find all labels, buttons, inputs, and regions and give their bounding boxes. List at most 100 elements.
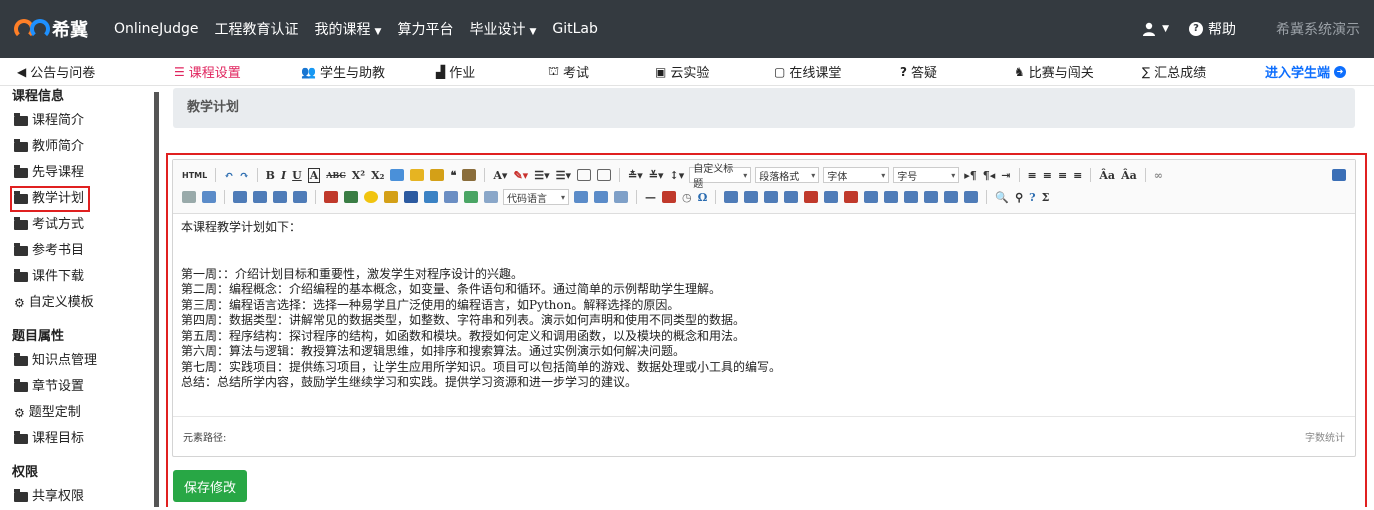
tab-course-settings[interactable]: ☰ 课程设置 bbox=[174, 62, 241, 82]
row-spacing-top-icon[interactable]: ≛▾ bbox=[628, 169, 643, 182]
tab-announcements[interactable]: ◀ 公告与问卷 bbox=[17, 62, 95, 82]
image-center-icon[interactable] bbox=[293, 191, 307, 203]
superscript-icon[interactable]: X² bbox=[352, 169, 365, 182]
tab-online-classroom[interactable]: ▢ 在线课堂 bbox=[774, 62, 841, 82]
nav-onlinejudge[interactable]: OnlineJudge bbox=[114, 21, 199, 37]
clear-doc-icon[interactable] bbox=[596, 169, 611, 181]
unlink-icon[interactable] bbox=[182, 191, 196, 203]
underline-icon[interactable]: U bbox=[292, 169, 302, 182]
fullscreen-icon-2[interactable] bbox=[1332, 169, 1346, 181]
tab-exam[interactable]: ⛫ 考试 bbox=[548, 62, 589, 82]
sidebar-item-course-objectives[interactable]: 课程目标 bbox=[0, 426, 150, 452]
help-icon[interactable]: ? bbox=[1029, 191, 1035, 204]
map-icon[interactable] bbox=[464, 191, 478, 203]
format-painter-icon[interactable] bbox=[410, 169, 425, 181]
auto-format-icon[interactable] bbox=[430, 169, 445, 181]
line-height-icon[interactable]: ↕▾ bbox=[669, 169, 684, 182]
insert-table-icon[interactable] bbox=[724, 191, 739, 203]
horizontal-rule-icon[interactable]: — bbox=[645, 191, 656, 204]
print-preview-icon[interactable]: 🔍 bbox=[995, 191, 1009, 204]
bold-icon[interactable]: B bbox=[266, 169, 275, 182]
insert-row-icon[interactable] bbox=[784, 191, 799, 203]
align-right-icon[interactable]: ≡ bbox=[1058, 169, 1067, 182]
background-icon[interactable] bbox=[594, 191, 608, 203]
paragraph-select[interactable]: 段落格式 ▾ bbox=[755, 167, 820, 183]
simple-upload-icon[interactable] bbox=[324, 191, 338, 203]
sidebar-item-references[interactable]: 参考书目 bbox=[0, 238, 150, 264]
special-chars-icon[interactable]: Ω bbox=[698, 191, 708, 204]
save-button[interactable]: 保存修改 bbox=[173, 470, 247, 502]
template-icon[interactable] bbox=[614, 191, 628, 203]
strikethrough-icon[interactable]: ABC bbox=[326, 170, 345, 180]
scrawl-icon[interactable] bbox=[384, 191, 398, 203]
paste-plain-icon[interactable] bbox=[462, 169, 477, 181]
font-size-select[interactable]: 字号 ▾ bbox=[893, 167, 960, 183]
demo-user-name[interactable]: 希冀系统演示 bbox=[1276, 19, 1360, 39]
sigma-icon[interactable]: Σ bbox=[1042, 191, 1050, 204]
italic-icon[interactable]: I bbox=[281, 169, 286, 182]
select-all-icon[interactable] bbox=[576, 169, 591, 181]
tab-competition[interactable]: ♞ 比赛与闯关 bbox=[1014, 62, 1094, 82]
indent-icon[interactable]: ⇥ bbox=[1001, 169, 1010, 182]
sidebar-item-knowledge-points[interactable]: 知识点管理 bbox=[0, 348, 150, 374]
sidebar-item-chapters[interactable]: 章节设置 bbox=[0, 374, 150, 400]
date-icon[interactable] bbox=[662, 191, 676, 203]
fullscreen-icon[interactable] bbox=[1312, 169, 1326, 181]
brand-logo[interactable]: 希冀 bbox=[14, 16, 114, 42]
link-icon[interactable]: ∞ bbox=[1154, 169, 1163, 182]
ordered-list-icon[interactable]: ☰▾ bbox=[534, 169, 549, 182]
lowercase-icon[interactable]: Âa bbox=[1121, 169, 1137, 182]
align-center-icon[interactable]: ≡ bbox=[1043, 169, 1052, 182]
sidebar-item-course-intro[interactable]: 课程简介 bbox=[0, 108, 150, 134]
user-menu[interactable]: ▼ bbox=[1142, 22, 1169, 36]
sidebar-item-question-types[interactable]: ⚙ 题型定制 bbox=[0, 400, 150, 426]
attachment-icon[interactable] bbox=[444, 191, 458, 203]
sidebar-item-share-permission[interactable]: 共享权限 bbox=[0, 484, 150, 510]
help-link[interactable]: ? 帮助 bbox=[1189, 19, 1236, 39]
heading-select[interactable]: 自定义标题 ▾ bbox=[689, 164, 752, 190]
insert-video-icon[interactable] bbox=[404, 191, 418, 203]
image-left-icon[interactable] bbox=[253, 191, 267, 203]
insert-frame-icon[interactable] bbox=[484, 191, 498, 203]
nav-compute-platform[interactable]: 算力平台 bbox=[397, 19, 453, 39]
page-break-icon[interactable] bbox=[574, 191, 588, 203]
rtl-icon[interactable]: ¶◂ bbox=[983, 169, 996, 182]
delete-col-icon[interactable] bbox=[844, 191, 859, 203]
redo-icon[interactable]: ↷ bbox=[239, 169, 248, 182]
tab-grades-summary[interactable]: ∑ 汇总成绩 bbox=[1142, 62, 1206, 82]
nav-gitlab[interactable]: GitLab bbox=[552, 21, 598, 37]
sidebar-item-downloads[interactable]: 课件下载 bbox=[0, 264, 150, 290]
align-justify-icon[interactable]: ≡ bbox=[1073, 169, 1082, 182]
sidebar-item-teaching-plan[interactable]: 教学计划 bbox=[10, 186, 90, 212]
font-family-select[interactable]: 字体 ▾ bbox=[823, 167, 890, 183]
merge-down-icon[interactable] bbox=[904, 191, 919, 203]
sidebar-item-teacher-intro[interactable]: 教师简介 bbox=[0, 134, 150, 160]
row-spacing-bottom-icon[interactable]: ≚▾ bbox=[649, 169, 664, 182]
search-replace-icon[interactable]: ⚲ bbox=[1015, 191, 1023, 204]
insert-image-icon[interactable] bbox=[344, 191, 358, 203]
uppercase-icon[interactable]: Âa bbox=[1099, 169, 1115, 182]
music-icon[interactable] bbox=[424, 191, 438, 203]
split-rows-icon[interactable] bbox=[944, 191, 959, 203]
sidebar-item-exam-method[interactable]: 考试方式 bbox=[0, 212, 150, 238]
merge-right-icon[interactable] bbox=[884, 191, 899, 203]
ltr-icon[interactable]: ▸¶ bbox=[964, 169, 977, 182]
insert-col-icon[interactable] bbox=[824, 191, 839, 203]
delete-table-icon[interactable] bbox=[744, 191, 759, 203]
split-cols-icon[interactable] bbox=[964, 191, 979, 203]
subscript-icon[interactable]: X₂ bbox=[371, 169, 384, 182]
nav-graduation-design[interactable]: 毕业设计 ▼ bbox=[469, 19, 536, 39]
unordered-list-icon[interactable]: ☰▾ bbox=[556, 169, 571, 182]
nav-my-courses[interactable]: 我的课程 ▼ bbox=[315, 19, 382, 39]
blockquote-icon[interactable]: ❝ bbox=[450, 169, 456, 182]
image-right-icon[interactable] bbox=[273, 191, 287, 203]
sidebar-item-prerequisite[interactable]: 先导课程 bbox=[0, 160, 150, 186]
tab-students-assistants[interactable]: 👥 学生与助教 bbox=[301, 62, 385, 82]
editor-content[interactable]: 本课程教学计划如下： 第一周：：介绍计划目标和重要性，激发学生对程序设计的兴趣。… bbox=[173, 214, 1355, 406]
tab-qa[interactable]: ? 答疑 bbox=[900, 62, 937, 82]
delete-row-icon[interactable] bbox=[804, 191, 819, 203]
font-border-icon[interactable]: A bbox=[307, 167, 321, 183]
align-left-icon[interactable]: ≡ bbox=[1028, 169, 1037, 182]
insert-paragraph-before-table-icon[interactable] bbox=[764, 191, 779, 203]
tab-homework[interactable]: ▟ 作业 bbox=[436, 62, 475, 82]
